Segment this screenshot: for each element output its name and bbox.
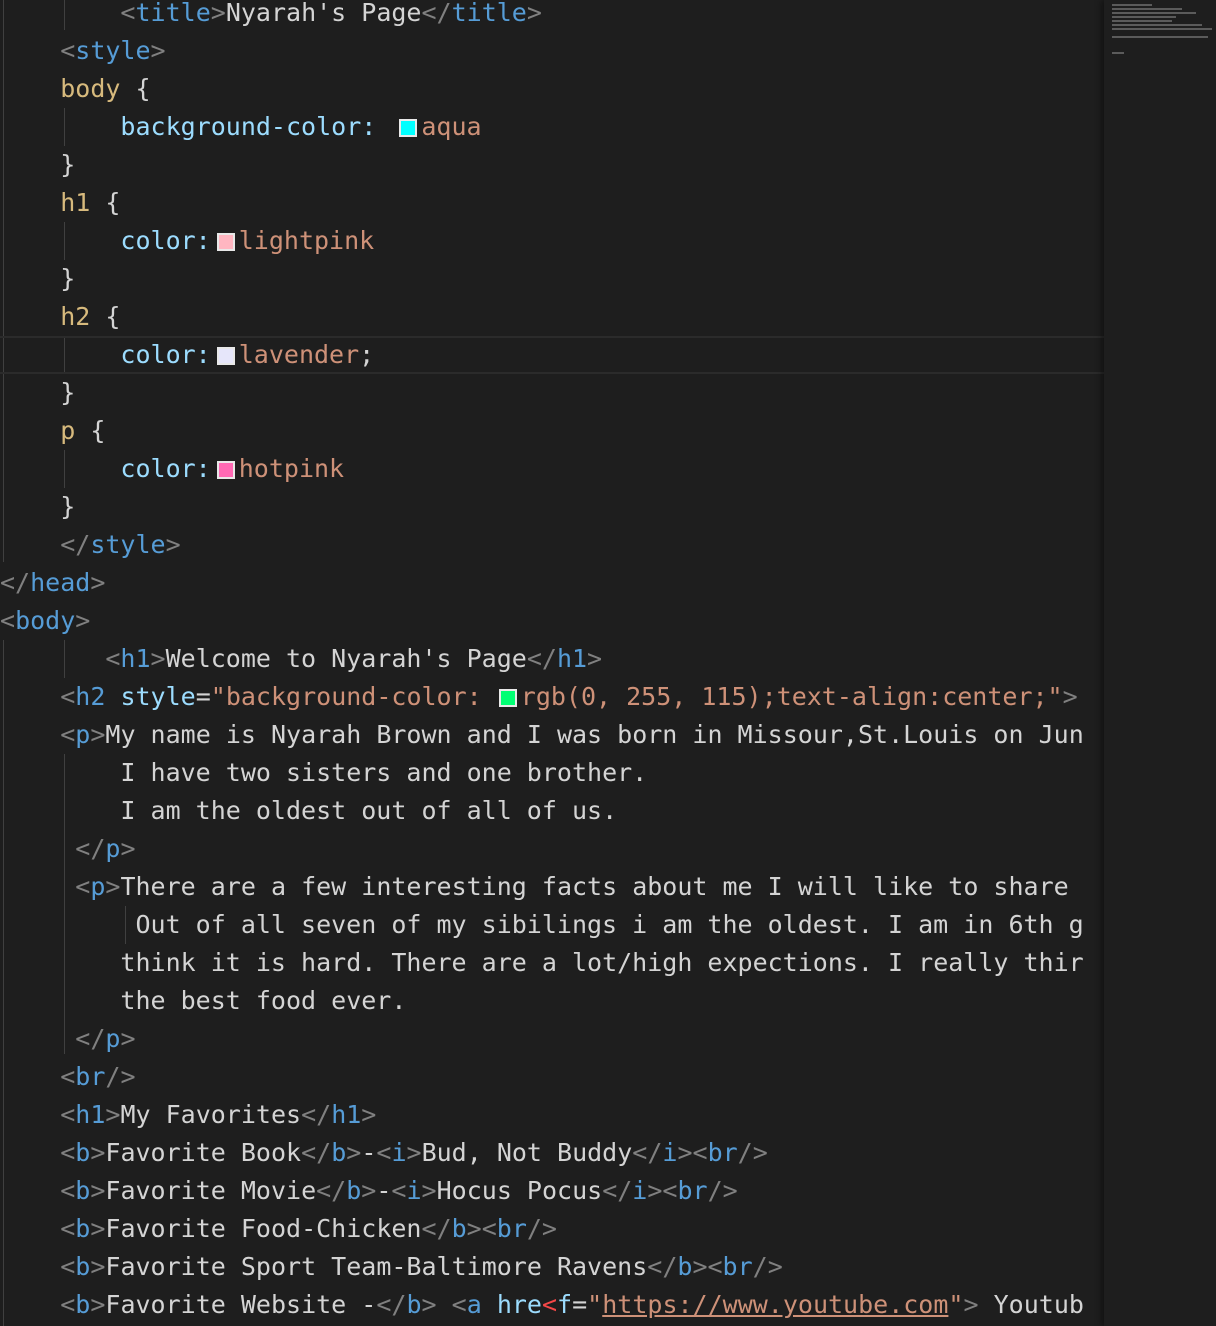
code-line[interactable]: <b>Favorite Food-Chicken</b><br/> — [0, 1210, 1104, 1248]
code-line[interactable]: I am the oldest out of all of us. — [0, 792, 1104, 830]
minimap-line — [1112, 20, 1172, 22]
code-line[interactable]: </p> — [0, 830, 1104, 868]
code-line[interactable]: </style> — [0, 526, 1104, 564]
color-swatch-lightpink[interactable] — [216, 233, 235, 251]
code-line[interactable]: <b>Favorite Movie</b>-<i>Hocus Pocus</i>… — [0, 1172, 1104, 1210]
code-line[interactable]: } — [0, 260, 1104, 298]
code-line[interactable]: <h1>Welcome to Nyarah's Page</h1> — [0, 640, 1104, 678]
minimap-line — [1112, 12, 1196, 14]
color-swatch-aqua[interactable] — [399, 119, 418, 137]
code-line[interactable]: <br/> — [0, 1058, 1104, 1096]
link-url[interactable]: https://www.youtube.com — [602, 1290, 948, 1319]
code-line[interactable]: </p> — [0, 1020, 1104, 1058]
code-line[interactable]: background-color: aqua — [0, 108, 1104, 146]
minimap[interactable] — [1104, 0, 1216, 1326]
minimap-line — [1112, 16, 1176, 18]
code-line[interactable]: <h1>My Favorites</h1> — [0, 1096, 1104, 1134]
minimap-line — [1112, 4, 1152, 6]
color-swatch-green[interactable] — [498, 689, 517, 707]
minimap-line — [1112, 8, 1182, 10]
code-line[interactable]: <b>Favorite Sport Team-Baltimore Ravens<… — [0, 1248, 1104, 1286]
code-editor[interactable]: <title>Nyarah's Page</title> <style> bod… — [0, 0, 1104, 1326]
minimap-line — [1112, 36, 1208, 38]
code-line[interactable]: the best food ever. — [0, 982, 1104, 1020]
color-swatch-lavender[interactable] — [216, 347, 235, 365]
color-swatch-hotpink[interactable] — [216, 461, 235, 479]
code-line[interactable]: I have two sisters and one brother. — [0, 754, 1104, 792]
code-line[interactable]: think it is hard. There are a lot/high e… — [0, 944, 1104, 982]
code-line[interactable]: h2 { — [0, 298, 1104, 336]
code-line[interactable]: color: hotpink — [0, 450, 1104, 488]
minimap-line — [1112, 28, 1212, 30]
code-line[interactable]: body { — [0, 70, 1104, 108]
code-line[interactable]: <b>Favorite Website -</b> <a hre<f="http… — [0, 1286, 1104, 1324]
code-line[interactable]: </head> — [0, 564, 1104, 602]
code-line-current[interactable]: color: lavender; — [0, 336, 1104, 374]
code-line[interactable]: <body> — [0, 602, 1104, 640]
code-line[interactable]: <p>There are a few interesting facts abo… — [0, 868, 1104, 906]
minimap-line — [1112, 52, 1124, 54]
minimap-line — [1112, 24, 1202, 26]
code-line[interactable]: <title>Nyarah's Page</title> — [0, 0, 1104, 32]
code-line[interactable]: h1 { — [0, 184, 1104, 222]
code-line[interactable]: <p>My name is Nyarah Brown and I was bor… — [0, 716, 1104, 754]
code-line[interactable]: } — [0, 374, 1104, 412]
code-line[interactable]: Out of all seven of my sibilings i am th… — [0, 906, 1104, 944]
code-line[interactable]: color: lightpink — [0, 222, 1104, 260]
code-line[interactable]: <h2 style="background-color: rgb(0, 255,… — [0, 678, 1104, 716]
code-line[interactable]: <style> — [0, 32, 1104, 70]
code-line[interactable]: p { — [0, 412, 1104, 450]
code-line[interactable]: } — [0, 146, 1104, 184]
code-line[interactable]: <b>Favorite Book</b>-<i>Bud, Not Buddy</… — [0, 1134, 1104, 1172]
code-line[interactable]: } — [0, 488, 1104, 526]
